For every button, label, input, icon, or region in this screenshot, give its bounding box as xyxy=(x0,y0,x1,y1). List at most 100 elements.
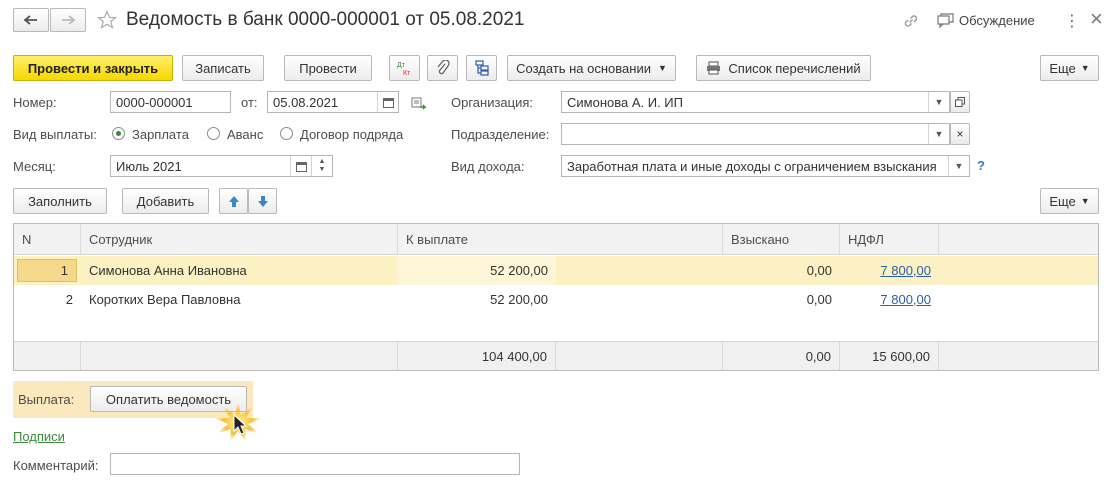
footer-n xyxy=(14,342,81,370)
post-and-close-button[interactable]: Провести и закрыть xyxy=(13,55,173,81)
table-row[interactable]: 1 Симонова Анна Ивановна 52 200,00 0,00 … xyxy=(14,256,1098,285)
total-to-pay: 104 400,00 xyxy=(398,342,556,370)
income-type-field[interactable]: Заработная плата и иные доходы с огранич… xyxy=(561,155,970,177)
header-collected[interactable]: Взыскано xyxy=(723,224,840,254)
back-button[interactable] xyxy=(13,8,49,32)
radio-contract-label[interactable]: Договор подряда xyxy=(300,127,403,142)
division-clear-button[interactable]: × xyxy=(950,123,970,145)
row-ndfl-link[interactable]: 7 800,00 xyxy=(840,285,939,314)
printer-icon xyxy=(707,61,721,75)
mouse-cursor-icon xyxy=(233,414,248,435)
income-type-label: Вид дохода: xyxy=(451,159,525,174)
create-based-on-button[interactable]: Создать на основании ▼ xyxy=(507,55,676,81)
fill-button[interactable]: Заполнить xyxy=(13,188,107,214)
radio-advance[interactable] xyxy=(207,127,220,140)
pay-type-label: Вид выплаты: xyxy=(13,127,97,142)
row-to-pay: 52 200,00 xyxy=(398,256,556,285)
page-title: Ведомость в банк 0000-000001 от 05.08.20… xyxy=(126,9,525,30)
row-employee: Коротких Вера Павловна xyxy=(89,292,241,307)
attach-button[interactable] xyxy=(427,55,458,81)
radio-contract[interactable] xyxy=(280,127,293,140)
calendar-icon xyxy=(382,97,394,108)
organization-label: Организация: xyxy=(451,95,534,110)
radio-salary-label[interactable]: Зарплата xyxy=(132,127,189,142)
month-label: Месяц: xyxy=(13,159,56,174)
spin-up-icon[interactable]: ▲ xyxy=(319,158,326,166)
calendar-button[interactable] xyxy=(377,92,398,112)
svg-text:Кт: Кт xyxy=(403,70,411,76)
paperclip-icon xyxy=(437,60,450,75)
kebab-menu-icon[interactable]: ⋮ xyxy=(1064,11,1080,31)
dropdown-arrow-icon: ▼ xyxy=(657,63,667,73)
table-header: N Сотрудник К выплате Взыскано НДФЛ xyxy=(14,224,1098,255)
calendar-icon xyxy=(295,161,307,172)
date-field[interactable]: 05.08.2021 xyxy=(267,91,399,113)
comment-field[interactable] xyxy=(110,453,520,475)
division-field[interactable]: ▼ xyxy=(561,123,950,145)
month-spinner[interactable]: ▲ ▼ xyxy=(311,156,332,176)
star-icon[interactable] xyxy=(97,10,117,30)
table-more-label: Еще xyxy=(1049,193,1076,209)
arrow-up-icon xyxy=(228,195,239,207)
move-up-button[interactable] xyxy=(219,188,248,214)
header-employee[interactable]: Сотрудник xyxy=(81,224,398,254)
transfer-list-label: Список перечислений xyxy=(728,60,861,76)
header-n[interactable]: N xyxy=(14,224,81,254)
organization-value: Симонова А. И. ИП xyxy=(567,94,683,110)
spin-down-icon[interactable]: ▼ xyxy=(319,166,326,174)
month-value: Июль 2021 xyxy=(116,158,182,174)
open-window-icon xyxy=(955,97,965,107)
radio-salary[interactable] xyxy=(112,127,125,140)
document-arrow-icon[interactable] xyxy=(411,96,427,110)
header-to-pay[interactable]: К выплате xyxy=(398,224,723,254)
payment-label: Выплата: xyxy=(18,392,75,407)
date-value: 05.08.2021 xyxy=(273,94,339,110)
row-ndfl-link[interactable]: 7 800,00 xyxy=(840,256,939,285)
create-based-on-label: Создать на основании xyxy=(516,60,651,76)
row-n: 2 xyxy=(65,292,73,307)
number-field[interactable]: 0000-000001 xyxy=(110,91,231,113)
post-button[interactable]: Провести xyxy=(284,55,372,81)
add-button[interactable]: Добавить xyxy=(122,188,209,214)
hierarchy-icon xyxy=(474,60,489,76)
transfer-list-button[interactable]: Список перечислений xyxy=(696,55,871,81)
table-row[interactable]: 2 Коротких Вера Павловна 52 200,00 0,00 … xyxy=(14,285,1098,314)
link-icon[interactable] xyxy=(903,13,919,29)
table-more-button[interactable]: Еще ▼ xyxy=(1040,188,1099,214)
arrow-left-icon xyxy=(24,15,37,25)
row-employee: Симонова Анна Ивановна xyxy=(89,263,247,278)
more-button[interactable]: Еще ▼ xyxy=(1040,55,1099,81)
header-ndfl[interactable]: НДФЛ xyxy=(840,224,939,254)
organization-dropdown-button[interactable]: ▼ xyxy=(928,92,949,112)
discussion-link[interactable]: Обсуждение xyxy=(959,13,1035,28)
income-type-dropdown-button[interactable]: ▼ xyxy=(948,156,969,176)
month-calendar-button[interactable] xyxy=(290,156,311,176)
month-field[interactable]: Июль 2021 ▲ ▼ xyxy=(110,155,333,177)
save-button[interactable]: Записать xyxy=(182,55,264,81)
division-label: Подразделение: xyxy=(451,127,550,142)
employees-table[interactable]: N Сотрудник К выплате Взыскано НДФЛ 1 Си… xyxy=(13,223,1099,371)
dt-kt-button[interactable]: Дт Кт xyxy=(389,55,420,81)
clear-icon: × xyxy=(956,127,964,141)
number-label: Номер: xyxy=(13,95,57,110)
close-icon[interactable]: × xyxy=(1090,6,1103,32)
move-down-button[interactable] xyxy=(248,188,277,214)
number-value: 0000-000001 xyxy=(116,94,193,110)
organization-field[interactable]: Симонова А. И. ИП ▼ xyxy=(561,91,950,113)
dropdown-arrow-icon: ▼ xyxy=(1080,63,1090,73)
chat-icon[interactable] xyxy=(937,13,954,29)
row-n: 1 xyxy=(17,259,77,282)
footer-gap xyxy=(556,342,723,370)
help-icon[interactable]: ? xyxy=(977,158,985,173)
division-dropdown-button[interactable]: ▼ xyxy=(928,124,949,144)
forward-button[interactable] xyxy=(50,8,86,32)
structure-button[interactable] xyxy=(466,55,497,81)
radio-advance-label[interactable]: Аванс xyxy=(227,127,263,142)
organization-open-button[interactable] xyxy=(950,91,970,113)
row-to-pay: 52 200,00 xyxy=(490,292,548,307)
income-type-value: Заработная плата и иные доходы с огранич… xyxy=(567,158,937,174)
signatures-link[interactable]: Подписи xyxy=(13,429,65,444)
svg-text:Дт: Дт xyxy=(397,62,406,69)
arrow-down-icon xyxy=(257,195,268,207)
total-collected: 0,00 xyxy=(723,342,840,370)
